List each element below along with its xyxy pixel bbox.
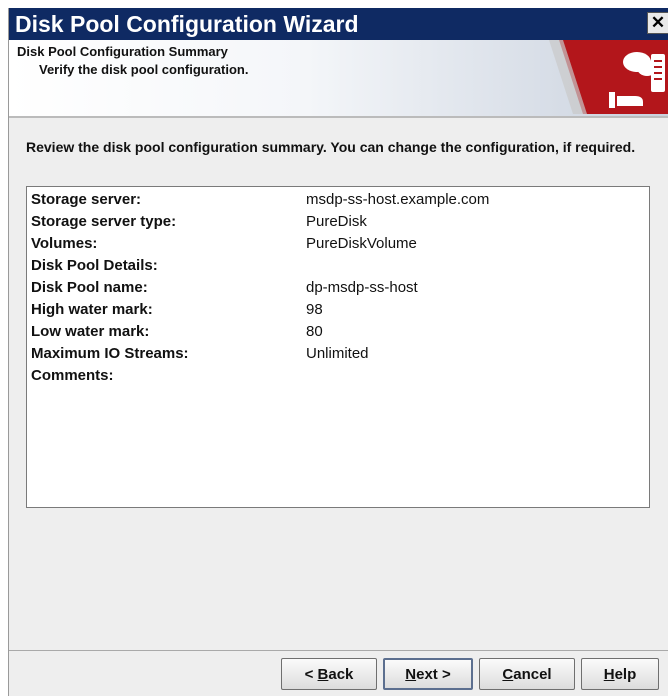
summary-label: Maximum IO Streams:: [31, 345, 189, 362]
back-button[interactable]: < Back: [281, 658, 377, 690]
summary-label: Volumes:: [31, 235, 98, 252]
button-bar-divider: [9, 650, 668, 651]
summary-label: Storage server type:: [31, 213, 177, 230]
summary-row: Storage server: msdp-ss-host.example.com: [31, 189, 641, 211]
help-button[interactable]: Help: [581, 658, 659, 690]
close-button[interactable]: ✕: [647, 12, 668, 34]
summary-label: Storage server:: [31, 191, 142, 208]
cancel-button[interactable]: Cancel: [479, 658, 575, 690]
help-label-rest: elp: [614, 665, 637, 683]
summary-row: Low water mark: 80: [31, 321, 641, 343]
help-mnemonic: H: [603, 665, 615, 683]
header-title: Disk Pool Configuration Summary: [17, 44, 228, 59]
next-button[interactable]: Next >: [383, 658, 473, 690]
summary-value: 98: [306, 301, 323, 318]
summary-panel[interactable]: Storage server: msdp-ss-host.example.com…: [26, 186, 650, 508]
cancel-label-rest: ancel: [513, 665, 552, 683]
summary-row: Disk Pool name: dp-msdp-ss-host: [31, 277, 641, 299]
next-label-rest: ext >: [416, 665, 451, 683]
back-label-rest: ack: [328, 665, 354, 683]
summary-row: Comments:: [31, 365, 641, 387]
summary-value: 80: [306, 323, 323, 340]
summary-row: Volumes: PureDiskVolume: [31, 233, 641, 255]
summary-label: Low water mark:: [31, 323, 150, 340]
summary-label: High water mark:: [31, 301, 153, 318]
summary-row: High water mark: 98: [31, 299, 641, 321]
window-title: Disk Pool Configuration Wizard: [15, 11, 359, 37]
back-mnemonic: B: [317, 665, 329, 683]
summary-row: Storage server type: PureDisk: [31, 211, 641, 233]
summary-label: Comments:: [31, 367, 114, 384]
back-prefix: <: [304, 665, 318, 683]
summary-value: Unlimited: [306, 345, 369, 362]
title-bar[interactable]: Disk Pool Configuration Wizard ✕: [9, 8, 668, 40]
storage-cloud-icon: [549, 40, 668, 114]
summary-value: PureDisk: [306, 213, 367, 230]
summary-label: Disk Pool name:: [31, 279, 148, 296]
summary-value: dp-msdp-ss-host: [306, 279, 418, 296]
summary-value: msdp-ss-host.example.com: [306, 191, 490, 208]
wizard-window: Disk Pool Configuration Wizard ✕ Disk Po…: [8, 8, 668, 696]
summary-row: Disk Pool Details:: [31, 255, 641, 277]
cancel-mnemonic: C: [502, 665, 514, 683]
summary-value: PureDiskVolume: [306, 235, 417, 252]
next-mnemonic: N: [405, 665, 417, 683]
summary-row: Maximum IO Streams: Unlimited: [31, 343, 641, 365]
instructions-text: Review the disk pool configuration summa…: [26, 139, 636, 155]
wizard-header: Disk Pool Configuration Summary Verify t…: [9, 40, 668, 118]
close-icon: ✕: [650, 13, 666, 32]
header-subtitle: Verify the disk pool configuration.: [39, 62, 249, 77]
summary-label: Disk Pool Details:: [31, 257, 158, 274]
